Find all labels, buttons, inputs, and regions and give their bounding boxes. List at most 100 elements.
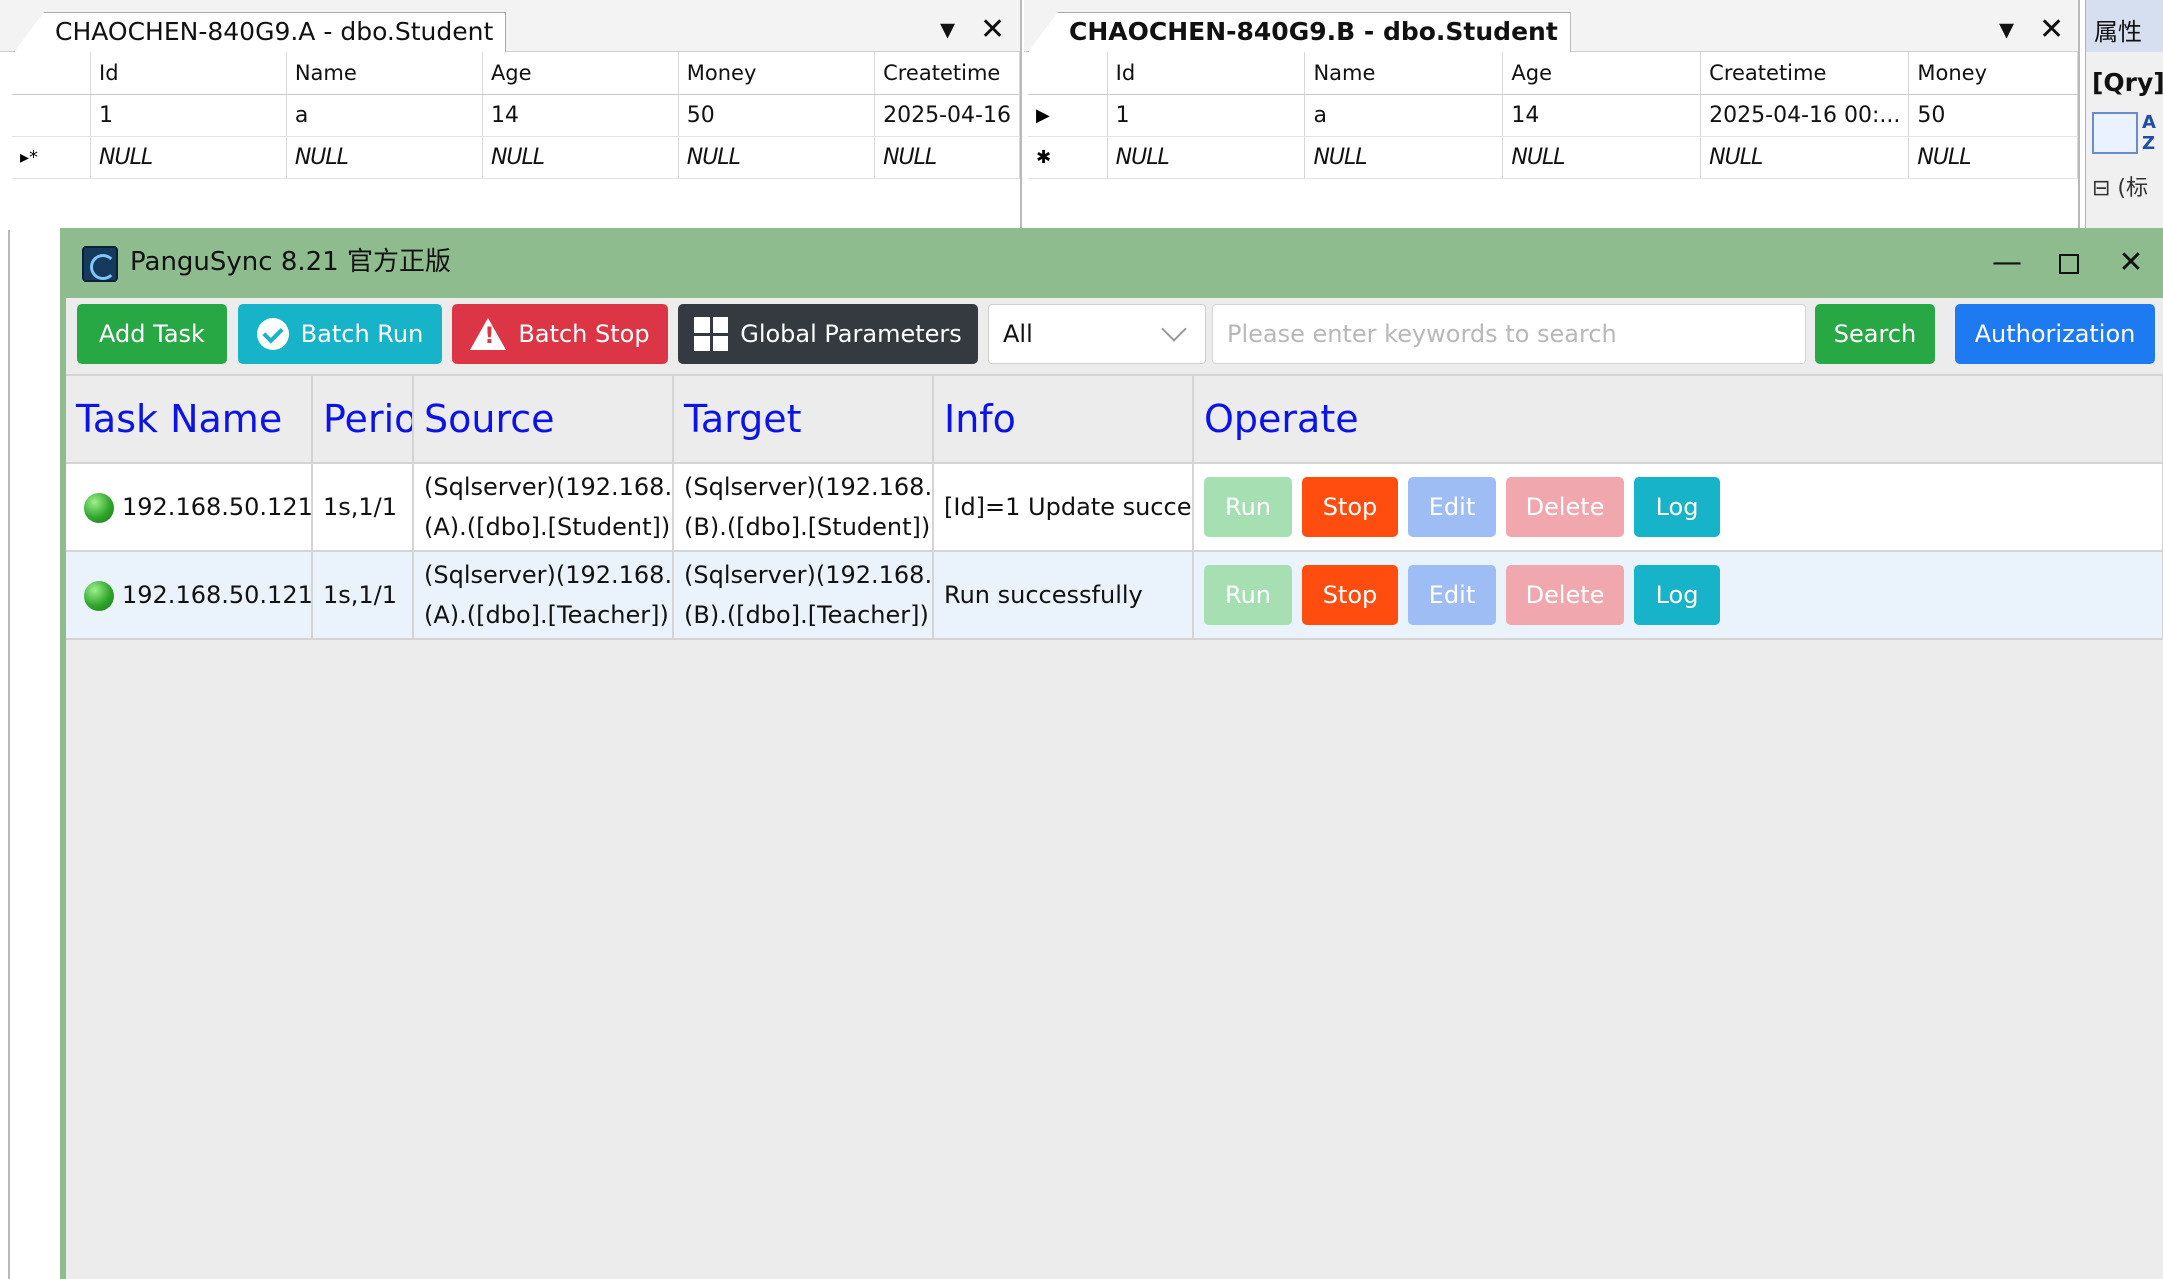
new-row-marker[interactable]: ▸* xyxy=(12,136,92,179)
column-header[interactable]: Name xyxy=(1304,52,1504,95)
tab-dropdown-icon[interactable]: ▾ xyxy=(1999,12,2014,48)
source-connection: (Sqlserver)(192.168.50.121,14: xyxy=(424,561,673,589)
grid-cell[interactable]: a xyxy=(1304,94,1504,137)
grid-cell-null[interactable]: NULL xyxy=(678,136,876,179)
add-task-button[interactable]: Add Task xyxy=(77,304,227,364)
column-header[interactable]: Name xyxy=(286,52,483,95)
grid-cell[interactable]: a xyxy=(286,94,483,137)
delete-button[interactable]: Delete xyxy=(1506,565,1624,625)
stop-button[interactable]: Stop xyxy=(1302,477,1398,537)
run-button[interactable]: Run xyxy=(1204,565,1292,625)
grid-cell[interactable]: 50 xyxy=(678,94,876,137)
global-parameters-button[interactable]: Global Parameters xyxy=(678,304,978,364)
grid-cell[interactable]: 14 xyxy=(482,94,679,137)
edit-button[interactable]: Edit xyxy=(1408,477,1496,537)
status-running-icon xyxy=(84,493,114,523)
warning-icon xyxy=(470,318,507,350)
chevron-down-icon xyxy=(1161,316,1187,342)
properties-category[interactable]: ⊟ (标 xyxy=(2092,170,2148,202)
grid-cell[interactable]: 14 xyxy=(1502,94,1702,137)
add-task-label: Add Task xyxy=(99,320,205,348)
column-header[interactable]: Id xyxy=(90,52,287,95)
row-selector-header[interactable] xyxy=(12,52,92,95)
grid-cell-null[interactable]: NULL xyxy=(482,136,679,179)
grid-cell-null[interactable]: NULL xyxy=(286,136,483,179)
grid-cell-null[interactable]: NULL xyxy=(1908,136,2078,179)
status-running-icon xyxy=(84,581,114,611)
search-label: Search xyxy=(1833,320,1917,348)
grid-cell-null[interactable]: NULL xyxy=(1700,136,1910,179)
tab-table-a[interactable]: CHAOCHEN-840G9.A - dbo.Student xyxy=(14,12,507,52)
title-bar[interactable]: PanguSync 8.21 官方正版 — ✕ xyxy=(66,228,2163,298)
tab-close-icon[interactable]: ✕ xyxy=(2039,12,2064,48)
filter-selected-value: All xyxy=(1003,320,1033,348)
column-header[interactable]: Money xyxy=(1908,52,2078,95)
window-title: PanguSync 8.21 官方正版 xyxy=(130,247,451,277)
window-edge xyxy=(8,230,10,1279)
table-row[interactable]: 192.168.50.121_Sqlserve 1s,1/1 (Sqlserve… xyxy=(66,551,2163,640)
grid-cell-null[interactable]: NULL xyxy=(1107,136,1306,179)
task-name-cell[interactable]: 192.168.50.121_Sqlserve xyxy=(66,463,313,552)
batch-run-button[interactable]: Batch Run xyxy=(238,304,442,364)
sort-alphabetical-icon[interactable]: AZ xyxy=(2142,112,2163,154)
close-button[interactable]: ✕ xyxy=(2103,236,2159,290)
log-button[interactable]: Log xyxy=(1634,565,1720,625)
authorization-button[interactable]: Authorization xyxy=(1955,304,2155,364)
column-header[interactable]: Money xyxy=(678,52,876,95)
grid-cell[interactable]: 2025-04-16 00:... xyxy=(1700,94,1910,137)
column-header-period[interactable]: Period xyxy=(312,374,414,464)
column-header[interactable]: Id xyxy=(1107,52,1306,95)
task-name: 192.168.50.121_Sqlserve xyxy=(122,581,312,609)
grid-cell-null[interactable]: NULL xyxy=(90,136,287,179)
column-header[interactable]: Createtime xyxy=(874,52,1020,95)
column-header[interactable]: Age xyxy=(1502,52,1702,95)
search-input[interactable] xyxy=(1212,304,1806,364)
stop-button[interactable]: Stop xyxy=(1302,565,1398,625)
edit-button[interactable]: Edit xyxy=(1408,565,1496,625)
source-connection: (Sqlserver)(192.168.50.121,14: xyxy=(424,473,673,501)
column-header-info[interactable]: Info xyxy=(933,374,1194,464)
grid-cell[interactable]: 2025-04-16 xyxy=(874,94,1020,137)
column-header-target[interactable]: Target xyxy=(673,374,934,464)
info-cell: Run successfully xyxy=(933,551,1194,640)
operate-cell: Run Stop Edit Delete Log xyxy=(1193,463,2163,552)
properties-title: 属性 xyxy=(2086,0,2163,52)
grid-cell[interactable]: 1 xyxy=(90,94,287,137)
grid-cell[interactable]: 50 xyxy=(1908,94,2078,137)
column-header[interactable]: Age xyxy=(482,52,679,95)
tab-close-icon[interactable]: ✕ xyxy=(980,12,1005,48)
row-selector-header[interactable] xyxy=(1028,52,1108,95)
maximize-button[interactable] xyxy=(2041,236,2097,290)
target-connection: (Sqlserver)(192.168.50.121,14: xyxy=(684,561,933,589)
run-button[interactable]: Run xyxy=(1204,477,1292,537)
column-header-operate[interactable]: Operate xyxy=(1193,374,2163,464)
grid-cell-null[interactable]: NULL xyxy=(874,136,1020,179)
target-cell: (Sqlserver)(192.168.50.121,14: (B).([dbo]… xyxy=(673,551,934,640)
grid-cell[interactable]: 1 xyxy=(1107,94,1306,137)
search-button[interactable]: Search xyxy=(1815,304,1935,364)
task-name-cell[interactable]: 192.168.50.121_Sqlserve xyxy=(66,551,313,640)
current-row-marker[interactable]: ▶ xyxy=(1028,94,1108,137)
delete-button[interactable]: Delete xyxy=(1506,477,1624,537)
log-button[interactable]: Log xyxy=(1634,477,1720,537)
row-selector[interactable] xyxy=(12,94,92,137)
new-row-marker[interactable]: ✱ xyxy=(1028,136,1108,179)
target-table: (B).([dbo].[Student]) xyxy=(684,513,931,541)
results-panel-a: CHAOCHEN-840G9.A - dbo.Student ▾ ✕ Id Na… xyxy=(0,0,1022,230)
table-row[interactable]: 192.168.50.121_Sqlserve 1s,1/1 (Sqlserve… xyxy=(66,463,2163,552)
task-table: Task Name Period Source Target Info Oper… xyxy=(66,374,2163,640)
column-header-task-name[interactable]: Task Name xyxy=(66,374,313,464)
grid-cell-null[interactable]: NULL xyxy=(1502,136,1702,179)
tab-dropdown-icon[interactable]: ▾ xyxy=(940,12,955,48)
tab-table-b[interactable]: CHAOCHEN-840G9.B - dbo.Student xyxy=(1028,12,1571,52)
categorized-view-icon[interactable] xyxy=(2092,112,2138,154)
batch-stop-button[interactable]: Batch Stop xyxy=(452,304,668,364)
source-cell: (Sqlserver)(192.168.50.121,14: (A).([dbo]… xyxy=(413,463,674,552)
grid-cell-null[interactable]: NULL xyxy=(1304,136,1504,179)
task-filter-select[interactable]: All xyxy=(988,304,1206,364)
column-header[interactable]: Createtime xyxy=(1700,52,1910,95)
minimize-button[interactable]: — xyxy=(1979,236,2035,290)
global-parameters-label: Global Parameters xyxy=(740,320,962,348)
column-header-source[interactable]: Source xyxy=(413,374,674,464)
check-circle-icon xyxy=(256,318,289,350)
